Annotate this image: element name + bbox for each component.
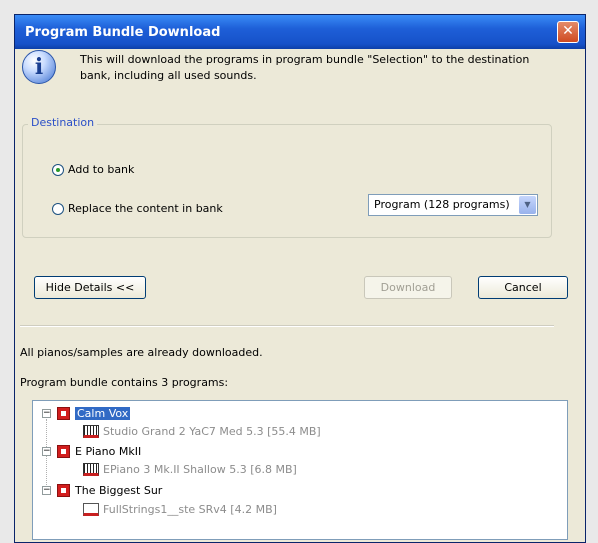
radio-add-to-bank[interactable]: Add to bank: [52, 163, 134, 176]
piano-icon: [83, 462, 99, 476]
program-name[interactable]: The Biggest Sur: [75, 484, 162, 497]
separator: [20, 325, 554, 327]
collapse-icon[interactable]: −: [42, 446, 51, 456]
piano-icon: [83, 424, 99, 438]
strings-icon: [83, 502, 99, 516]
downloaded-status: All pianos/samples are already downloade…: [20, 346, 263, 359]
bank-select-value: Program (128 programs): [374, 198, 510, 211]
bank-select[interactable]: Program (128 programs) ▼: [368, 194, 538, 216]
tree-row-sample[interactable]: EPiano 3 Mk.II Shallow 5.3 [6.8 MB]: [83, 461, 297, 477]
close-button[interactable]: ✕: [557, 21, 579, 43]
radio-replace-label: Replace the content in bank: [68, 202, 223, 215]
tree-row-program[interactable]: − The Biggest Sur: [42, 482, 162, 498]
destination-groupbox: [22, 124, 552, 238]
sample-name[interactable]: Studio Grand 2 YaC7 Med 5.3 [55.4 MB]: [103, 425, 321, 438]
tree-row-sample[interactable]: Studio Grand 2 YaC7 Med 5.3 [55.4 MB]: [83, 423, 321, 439]
sample-name[interactable]: FullStrings1__ste SRv4 [4.2 MB]: [103, 503, 277, 516]
title-bar[interactable]: Program Bundle Download ✕: [15, 15, 585, 49]
collapse-icon[interactable]: −: [42, 408, 51, 418]
program-count-status: Program bundle contains 3 programs:: [20, 376, 229, 389]
tree-row-program[interactable]: − E Piano MkII: [42, 443, 141, 459]
info-icon: i: [22, 50, 56, 84]
program-icon: [57, 444, 70, 458]
tree-row-program[interactable]: − Calm Vox: [42, 405, 131, 421]
window-title: Program Bundle Download: [25, 24, 221, 40]
radio-add-label: Add to bank: [68, 163, 135, 176]
program-name[interactable]: E Piano MkII: [75, 445, 141, 458]
program-name[interactable]: Calm Vox: [75, 406, 131, 420]
radio-button[interactable]: [52, 202, 64, 215]
destination-legend: Destination: [28, 116, 98, 129]
radio-button[interactable]: [52, 163, 64, 176]
sample-name[interactable]: EPiano 3 Mk.II Shallow 5.3 [6.8 MB]: [103, 463, 297, 476]
program-icon: [57, 406, 70, 420]
cancel-button[interactable]: Cancel: [478, 276, 568, 299]
hide-details-button[interactable]: Hide Details <<: [34, 276, 146, 299]
download-button[interactable]: Download: [364, 276, 452, 299]
radio-replace-bank[interactable]: Replace the content in bank: [52, 202, 223, 215]
info-message: This will download the programs in progr…: [80, 53, 530, 82]
chevron-down-icon[interactable]: ▼: [519, 196, 536, 214]
collapse-icon[interactable]: −: [42, 485, 51, 495]
program-icon: [57, 483, 70, 497]
tree-row-sample[interactable]: FullStrings1__ste SRv4 [4.2 MB]: [83, 501, 277, 517]
program-tree[interactable]: − Calm Vox Studio Grand 2 YaC7 Med 5.3 […: [32, 400, 568, 540]
